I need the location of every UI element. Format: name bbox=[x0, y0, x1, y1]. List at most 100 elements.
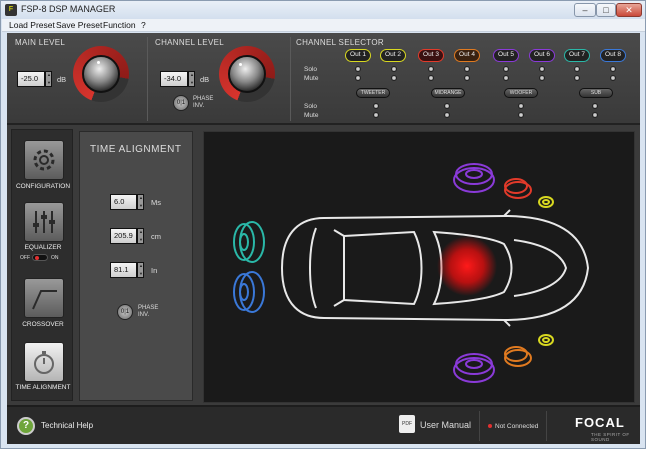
pdf-icon[interactable]: PDF bbox=[399, 415, 415, 433]
mute-toggle[interactable] bbox=[574, 75, 580, 81]
main-level-spinner[interactable] bbox=[45, 71, 52, 87]
delay-ms-unit: Ms bbox=[151, 198, 161, 207]
group-mute-toggle[interactable] bbox=[592, 112, 598, 118]
group-tweeter-button[interactable]: TWEETER bbox=[356, 88, 390, 98]
brand-tagline: THE SPIRIT OF SOUND bbox=[591, 432, 630, 442]
output-4-button[interactable]: Out 4 bbox=[454, 49, 480, 62]
technical-help-link[interactable]: Technical Help bbox=[41, 421, 93, 430]
gear-icon bbox=[33, 149, 55, 171]
status-dot-icon bbox=[488, 424, 492, 428]
group-solo-toggle[interactable] bbox=[444, 103, 450, 109]
listener-position-indicator bbox=[437, 236, 497, 296]
distance-in-spinner[interactable] bbox=[137, 262, 144, 278]
divider bbox=[147, 37, 148, 121]
distance-cm-input[interactable]: 205.9 bbox=[110, 228, 137, 244]
sidebar-item-crossover[interactable] bbox=[24, 278, 64, 318]
output-1-button[interactable]: Out 1 bbox=[345, 49, 371, 62]
output-5-button[interactable]: Out 5 bbox=[493, 49, 519, 62]
distance-cm-spinner[interactable] bbox=[137, 228, 144, 244]
mute-toggle[interactable] bbox=[391, 75, 397, 81]
sidebar-nav: CONFIGURATION EQUALIZER OFF ON CROSSOVER… bbox=[11, 129, 73, 401]
window-title: FSP-8 DSP MANAGER bbox=[21, 4, 116, 14]
channel-level-title: CHANNEL LEVEL bbox=[155, 38, 224, 47]
output-7-button[interactable]: Out 7 bbox=[564, 49, 590, 62]
channel-level-input[interactable]: -34.0 bbox=[160, 71, 188, 87]
delay-ms-input[interactable]: 6.0 bbox=[110, 194, 137, 210]
solo-toggle[interactable] bbox=[464, 66, 470, 72]
help-icon[interactable]: ? bbox=[17, 417, 35, 435]
mute-toggle[interactable] bbox=[539, 75, 545, 81]
group-mute-toggle[interactable] bbox=[444, 112, 450, 118]
group-mute-toggle[interactable] bbox=[373, 112, 379, 118]
mute-label: Mute bbox=[304, 75, 319, 82]
group-solo-toggle[interactable] bbox=[518, 103, 524, 109]
menu-save-preset[interactable]: Save Preset bbox=[56, 20, 102, 30]
menu-load-preset[interactable]: Load Preset bbox=[9, 20, 55, 30]
brand-logo: FOCAL bbox=[575, 415, 625, 430]
mute-toggle[interactable] bbox=[355, 75, 361, 81]
solo-toggle[interactable] bbox=[574, 66, 580, 72]
output-3-button[interactable]: Out 3 bbox=[418, 49, 444, 62]
maximize-button[interactable]: □ bbox=[596, 3, 616, 17]
mute-toggle[interactable] bbox=[464, 75, 470, 81]
delay-ms-spinner[interactable] bbox=[137, 194, 144, 210]
main-level-title: MAIN LEVEL bbox=[15, 38, 66, 47]
sidebar-item-time-alignment[interactable] bbox=[24, 342, 64, 382]
phase-invert-button[interactable]: 0|1 bbox=[117, 304, 133, 320]
group-mute-label: Mute bbox=[304, 112, 319, 119]
channel-level-knob[interactable] bbox=[219, 46, 275, 102]
toggle-knob bbox=[35, 256, 39, 260]
group-sub-button[interactable]: SUB bbox=[579, 88, 613, 98]
distance-cm-unit: cm bbox=[151, 232, 161, 241]
solo-label: Solo bbox=[304, 66, 318, 73]
output-8-button[interactable]: Out 8 bbox=[600, 49, 626, 62]
app-icon: F bbox=[5, 4, 17, 16]
group-woofer-button[interactable]: WOOFER bbox=[504, 88, 538, 98]
mute-toggle[interactable] bbox=[428, 75, 434, 81]
sidebar-label-crossover: CROSSOVER bbox=[22, 321, 64, 328]
mute-toggle[interactable] bbox=[503, 75, 509, 81]
connection-status-text: Not Connected bbox=[495, 423, 539, 430]
close-button[interactable]: ✕ bbox=[616, 3, 642, 17]
solo-toggle[interactable] bbox=[391, 66, 397, 72]
phase-invert-label: PHASE INV. bbox=[193, 96, 214, 109]
main-level-knob[interactable] bbox=[73, 46, 129, 102]
user-manual-link[interactable]: User Manual bbox=[420, 420, 471, 430]
sidebar-item-equalizer[interactable] bbox=[24, 202, 64, 242]
distance-in-input[interactable]: 81.1 bbox=[110, 262, 137, 278]
output-2-button[interactable]: Out 2 bbox=[380, 49, 406, 62]
main-level-knob-indicator bbox=[97, 61, 100, 64]
solo-toggle[interactable] bbox=[610, 66, 616, 72]
output-6-button[interactable]: Out 6 bbox=[529, 49, 555, 62]
solo-toggle[interactable] bbox=[503, 66, 509, 72]
top-control-panel: MAIN LEVEL -25.0 dB CHANNEL LEVEL -34.0 … bbox=[7, 33, 640, 125]
group-midrange-button[interactable]: MIDRANGE bbox=[431, 88, 465, 98]
group-solo-label: Solo bbox=[304, 103, 318, 110]
channel-level-spinner[interactable] bbox=[188, 71, 195, 87]
eq-toggle-on-label: ON bbox=[51, 255, 59, 261]
stopwatch-icon bbox=[34, 351, 54, 374]
solo-toggle[interactable] bbox=[355, 66, 361, 72]
speaker-tweeter-right-icon bbox=[538, 334, 554, 346]
time-alignment-panel: TIME ALIGNMENT 6.0 Ms 205.9 cm 81.1 In 0… bbox=[79, 131, 193, 401]
speaker-woofer-right-icon bbox=[453, 353, 495, 383]
car-diagram bbox=[233, 163, 590, 383]
group-mute-toggle[interactable] bbox=[518, 112, 524, 118]
phase-invert-button[interactable]: 0|1 bbox=[173, 95, 189, 111]
menu-help[interactable]: ? bbox=[141, 20, 146, 30]
main-level-input[interactable]: -25.0 bbox=[17, 71, 45, 87]
eq-toggle-off-label: OFF bbox=[20, 255, 30, 261]
speaker-woofer-left-icon bbox=[453, 163, 495, 193]
group-solo-toggle[interactable] bbox=[373, 103, 379, 109]
minimize-button[interactable]: – bbox=[574, 3, 596, 17]
channel-level-knob-cap bbox=[228, 55, 266, 93]
solo-toggle[interactable] bbox=[539, 66, 545, 72]
sidebar-item-configuration[interactable] bbox=[24, 140, 64, 180]
solo-toggle[interactable] bbox=[428, 66, 434, 72]
car-speaker-view bbox=[203, 131, 635, 403]
equalizer-toggle[interactable] bbox=[32, 254, 48, 261]
speaker-midrange-right-icon bbox=[504, 346, 532, 367]
menu-function[interactable]: Function bbox=[103, 20, 136, 30]
mute-toggle[interactable] bbox=[610, 75, 616, 81]
group-solo-toggle[interactable] bbox=[592, 103, 598, 109]
